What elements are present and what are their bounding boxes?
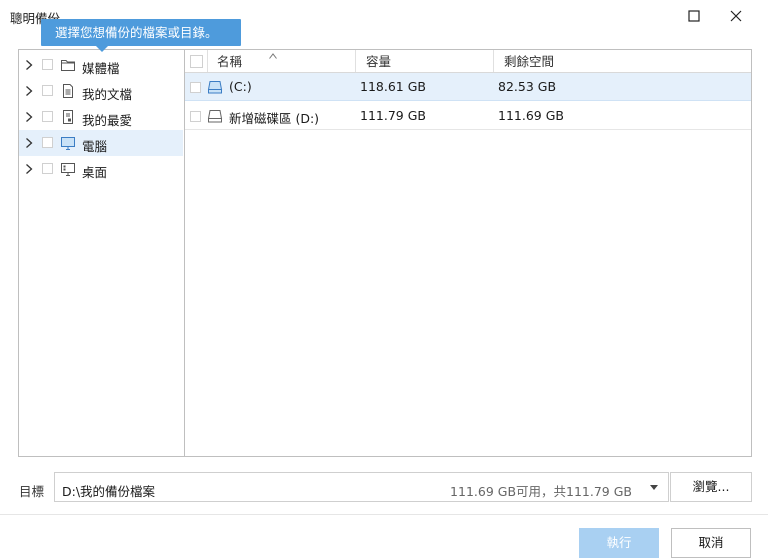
column-separator[interactable] — [493, 50, 494, 72]
list-header: 名稱 容量 剩餘空間 — [185, 50, 751, 73]
drive-icon — [207, 110, 223, 123]
browser-panel: 媒體檔 我的文檔 我的最愛 電腦 桌面 名稱 容量 剩餘空間 (C:) 118.… — [18, 49, 752, 457]
table-row[interactable]: 新增磁碟區 (D:) 111.79 GB 111.69 GB — [185, 102, 751, 130]
column-separator[interactable] — [355, 50, 356, 72]
tree-item-label: 媒體檔 — [82, 61, 120, 76]
cancel-button[interactable]: 取消 — [671, 528, 751, 558]
tree-checkbox[interactable] — [42, 59, 53, 70]
tree-item-label: 我的最愛 — [82, 113, 133, 128]
tree-item-media[interactable]: 媒體檔 — [19, 52, 183, 78]
tree-item-computer[interactable]: 電腦 — [19, 130, 183, 156]
drive-free-space: 82.53 GB — [498, 79, 557, 94]
minimize-button[interactable] — [674, 4, 714, 28]
chevron-right-icon[interactable] — [23, 59, 35, 71]
sort-ascending-icon — [269, 53, 277, 59]
tree-item-label: 桌面 — [82, 165, 108, 180]
dropdown-arrow-icon[interactable] — [650, 485, 658, 490]
computer-icon — [61, 137, 75, 150]
system-drive-icon — [207, 81, 223, 94]
close-icon — [730, 10, 742, 22]
drive-free-space: 111.69 GB — [498, 108, 564, 123]
hint-tooltip: 選擇您想備份的檔案或目錄。 — [41, 19, 241, 46]
drive-capacity: 118.61 GB — [360, 79, 426, 94]
favorites-icon — [63, 110, 73, 124]
execute-button[interactable]: 執行 — [579, 528, 659, 558]
tree-checkbox[interactable] — [42, 163, 53, 174]
chevron-right-icon[interactable] — [23, 137, 35, 149]
tree-item-desktop[interactable]: 桌面 — [19, 156, 183, 182]
row-checkbox[interactable] — [190, 111, 201, 122]
column-header-free-space[interactable]: 剩餘空間 — [504, 50, 554, 72]
tree-item-documents[interactable]: 我的文檔 — [19, 78, 183, 104]
tree-item-favorites[interactable]: 我的最愛 — [19, 104, 183, 130]
drive-name: (C:) — [229, 79, 252, 94]
folder-tree: 媒體檔 我的文檔 我的最愛 電腦 桌面 — [19, 50, 185, 456]
tree-checkbox[interactable] — [42, 85, 53, 96]
close-button[interactable] — [716, 4, 756, 28]
chevron-right-icon[interactable] — [23, 85, 35, 97]
target-label: 目標 — [19, 484, 45, 499]
tree-checkbox[interactable] — [42, 137, 53, 148]
column-header-capacity[interactable]: 容量 — [366, 50, 391, 72]
row-checkbox[interactable] — [190, 82, 201, 93]
tooltip-pointer — [96, 46, 108, 52]
tree-checkbox[interactable] — [42, 111, 53, 122]
chevron-right-icon[interactable] — [23, 111, 35, 123]
target-space-info: 111.69 GB可用，共111.79 GB — [450, 484, 632, 499]
column-separator[interactable] — [207, 50, 208, 72]
select-all-checkbox[interactable] — [190, 55, 203, 68]
document-icon — [63, 84, 73, 98]
tree-item-label: 電腦 — [82, 139, 108, 154]
table-row[interactable]: (C:) 118.61 GB 82.53 GB — [185, 73, 751, 101]
chevron-right-icon[interactable] — [23, 163, 35, 175]
folder-icon — [61, 60, 75, 71]
minimize-icon — [688, 10, 700, 22]
drive-name: 新增磁碟區 (D:) — [229, 111, 320, 126]
column-header-name[interactable]: 名稱 — [217, 50, 242, 72]
drive-capacity: 111.79 GB — [360, 108, 426, 123]
browse-button[interactable]: 瀏覽... — [670, 472, 752, 502]
target-path-dropdown[interactable]: D:\我的備份檔案 111.69 GB可用，共111.79 GB — [54, 472, 669, 502]
drive-list: 名稱 容量 剩餘空間 (C:) 118.61 GB 82.53 GB 新增磁碟區… — [185, 50, 751, 456]
tree-item-label: 我的文檔 — [82, 87, 133, 102]
target-path: D:\我的備份檔案 — [62, 484, 156, 499]
desktop-icon — [61, 163, 75, 176]
